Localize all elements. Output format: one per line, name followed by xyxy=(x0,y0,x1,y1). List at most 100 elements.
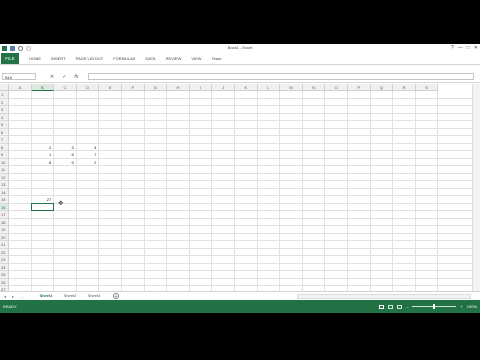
column-header-c[interactable]: C xyxy=(54,84,77,91)
tab-team[interactable]: Team xyxy=(207,53,227,64)
tab-review[interactable]: REVIEW xyxy=(161,53,187,64)
add-sheet-button[interactable]: + xyxy=(113,293,119,300)
tab-data[interactable]: DATA xyxy=(140,53,160,64)
cell-d9[interactable]: 7 xyxy=(77,151,96,159)
column-header-k[interactable]: K xyxy=(235,84,258,91)
close-button[interactable]: ✕ xyxy=(474,45,478,51)
zoom-slider-thumb[interactable] xyxy=(433,304,436,309)
row-header-20[interactable]: 20 xyxy=(0,233,9,241)
column-header-m[interactable]: M xyxy=(280,84,303,91)
column-header-n[interactable]: N xyxy=(302,84,326,91)
row-header-10[interactable]: 10 xyxy=(0,158,9,166)
row-header-16[interactable]: 16 xyxy=(0,203,9,211)
vertical-scrollbar[interactable] xyxy=(472,84,480,313)
row-gridline xyxy=(9,262,472,264)
column-header-s[interactable]: S xyxy=(415,84,439,91)
column-header-j[interactable]: J xyxy=(212,84,235,91)
column-header-d[interactable]: D xyxy=(76,84,100,91)
row-gridline xyxy=(9,180,472,181)
name-box[interactable]: B16 xyxy=(2,73,36,80)
row-header-19[interactable]: 19 xyxy=(0,226,9,234)
row-header-25[interactable]: 25 xyxy=(0,271,9,279)
page-break-view-icon[interactable] xyxy=(397,304,403,309)
help-button[interactable]: ? xyxy=(451,45,454,51)
row-header-14[interactable]: 14 xyxy=(0,188,9,196)
row-header-22[interactable]: 22 xyxy=(0,248,9,256)
column-header-o[interactable]: O xyxy=(325,84,348,91)
cell-b10[interactable]: 8 xyxy=(32,159,51,167)
tab-home[interactable]: HOME xyxy=(24,53,46,64)
select-all-corner[interactable] xyxy=(0,84,9,91)
row-header-15[interactable]: 15 xyxy=(0,196,9,204)
row-header-3[interactable]: 3 xyxy=(0,106,9,114)
column-header-g[interactable]: G xyxy=(144,84,168,91)
row-header-1[interactable]: 1 xyxy=(0,91,9,99)
normal-view-icon[interactable] xyxy=(379,304,385,309)
cell-d8[interactable]: 4 xyxy=(77,144,96,152)
cell-d10[interactable]: 2 xyxy=(77,159,96,167)
ribbon-tab-list: HOME INSERT PAGE LAYOUT FORMULAS DATA RE… xyxy=(24,53,226,64)
row-header-21[interactable]: 21 xyxy=(0,241,9,249)
cell-c8[interactable]: 3 xyxy=(54,144,74,152)
mouse-cursor-icon: ✥ xyxy=(58,201,64,207)
column-header-h[interactable]: H xyxy=(167,84,190,91)
column-header-i[interactable]: I xyxy=(189,84,213,91)
row-header-12[interactable]: 12 xyxy=(0,173,9,181)
column-header-f[interactable]: F xyxy=(122,84,145,91)
formula-buttons: ✕ ✓ fx xyxy=(50,73,78,81)
row-header-18[interactable]: 18 xyxy=(0,218,9,226)
minimize-button[interactable]: — xyxy=(458,45,463,51)
row-header-6[interactable]: 6 xyxy=(0,128,9,136)
sheet-tab-sheet2[interactable]: Sheet2 xyxy=(58,292,82,300)
row-header-5[interactable]: 5 xyxy=(0,121,9,129)
window-title: Book1 - Excel xyxy=(227,45,253,50)
column-header-r[interactable]: R xyxy=(393,84,416,91)
cancel-icon[interactable]: ✕ xyxy=(50,73,54,81)
row-gridline xyxy=(9,202,472,204)
cell-b8[interactable]: 2 xyxy=(32,144,51,152)
sheet-tab-sheet3[interactable]: Sheet3 xyxy=(82,292,106,300)
row-header-11[interactable]: 11 xyxy=(0,166,9,174)
column-header-a[interactable]: A xyxy=(9,84,32,91)
zoom-level[interactable]: 100% xyxy=(467,304,477,309)
maximize-button[interactable]: □ xyxy=(467,45,470,51)
row-gridline xyxy=(9,247,472,249)
formula-bar: B16 ✕ ✓ fx xyxy=(0,72,480,83)
cell-c10[interactable]: 9 xyxy=(54,159,74,167)
row-gridline xyxy=(9,97,472,99)
cell-b9[interactable]: 1 xyxy=(32,151,51,159)
row-header-2[interactable]: 2 xyxy=(0,98,9,106)
cell-c9[interactable]: 8 xyxy=(54,151,74,159)
column-header-b[interactable]: B xyxy=(31,84,55,91)
enter-icon[interactable]: ✓ xyxy=(62,73,66,81)
formula-input[interactable] xyxy=(88,73,474,80)
spreadsheet-grid[interactable]: A B C D E F G H I J K L M N O P Q R S 1 2 3 4 5 6 7 8 9 10 11 12 13 14 15… xyxy=(0,84,472,313)
insert-function-icon[interactable]: fx xyxy=(74,73,78,81)
zoom-slider[interactable] xyxy=(412,304,457,309)
row-gridline xyxy=(9,172,472,174)
tab-view[interactable]: VIEW xyxy=(186,53,206,64)
tab-file[interactable]: FILE xyxy=(1,53,19,64)
row-header-9[interactable]: 9 xyxy=(0,151,9,159)
row-header-26[interactable]: 26 xyxy=(0,278,9,286)
column-header-p[interactable]: P xyxy=(348,84,371,91)
row-header-23[interactable]: 23 xyxy=(0,256,9,264)
zoom-in-icon[interactable]: + xyxy=(460,304,462,309)
row-header-17[interactable]: 17 xyxy=(0,211,9,219)
tab-page-layout[interactable]: PAGE LAYOUT xyxy=(71,53,109,64)
zoom-out-icon[interactable]: – xyxy=(406,304,408,309)
row-header-8[interactable]: 8 xyxy=(0,143,9,151)
row-header-13[interactable]: 13 xyxy=(0,181,9,189)
row-header-7[interactable]: 7 xyxy=(0,136,9,144)
column-header-q[interactable]: Q xyxy=(370,84,394,91)
tab-formulas[interactable]: FORMULAS xyxy=(108,53,140,64)
tab-insert[interactable]: INSERT xyxy=(46,53,71,64)
page-layout-view-icon[interactable] xyxy=(388,304,394,309)
row-gridline xyxy=(9,105,472,106)
column-header-l[interactable]: L xyxy=(257,84,281,91)
row-header-4[interactable]: 4 xyxy=(0,113,9,121)
active-cell-selection[interactable] xyxy=(30,202,55,211)
column-header-e[interactable]: E xyxy=(99,84,122,91)
row-header-24[interactable]: 24 xyxy=(0,263,9,271)
horizontal-scrollbar[interactable] xyxy=(297,294,471,299)
